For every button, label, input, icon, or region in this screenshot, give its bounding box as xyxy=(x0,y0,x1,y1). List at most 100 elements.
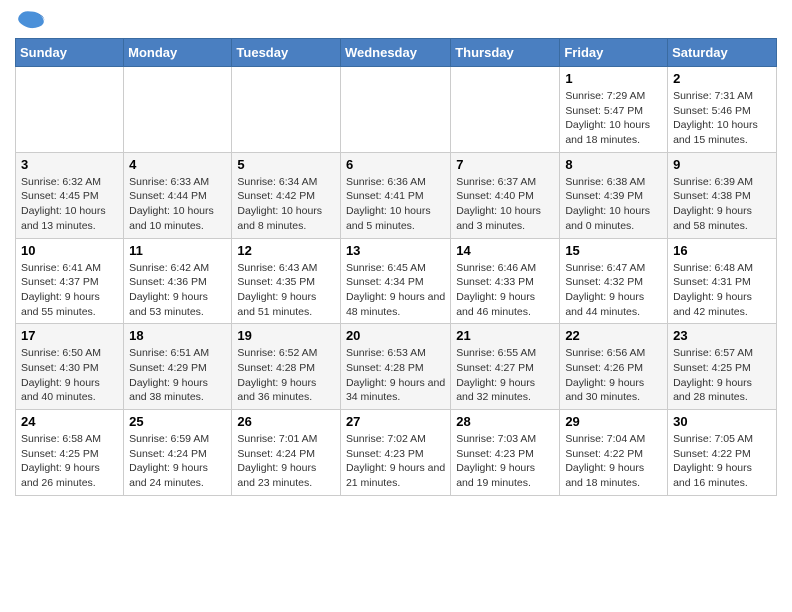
calendar-cell: 19 Sunrise: 6:52 AM Sunset: 4:28 PM Dayli… xyxy=(232,324,341,410)
day-number: 20 xyxy=(346,328,445,343)
day-info: Sunrise: 6:55 AM Sunset: 4:27 PM Dayligh… xyxy=(456,346,554,405)
calendar-cell xyxy=(232,67,341,153)
day-number: 8 xyxy=(565,157,662,172)
day-number: 12 xyxy=(237,243,335,258)
logo xyxy=(15,10,51,30)
calendar-cell: 21 Sunrise: 6:55 AM Sunset: 4:27 PM Dayli… xyxy=(451,324,560,410)
day-number: 25 xyxy=(129,414,226,429)
day-number: 9 xyxy=(673,157,771,172)
day-info: Sunrise: 6:50 AM Sunset: 4:30 PM Dayligh… xyxy=(21,346,118,405)
day-info: Sunrise: 6:52 AM Sunset: 4:28 PM Dayligh… xyxy=(237,346,335,405)
calendar-cell: 30Sunrise: 7:05 AM Sunset: 4:22 PM Dayli… xyxy=(668,410,777,496)
calendar-cell: 2 Sunrise: 7:31 AM Sunset: 5:46 PM Daylig… xyxy=(668,67,777,153)
day-info: Sunrise: 6:51 AM Sunset: 4:29 PM Dayligh… xyxy=(129,346,226,405)
day-info: Sunrise: 6:57 AM Sunset: 4:25 PM Dayligh… xyxy=(673,346,771,405)
calendar-table: SundayMondayTuesdayWednesdayThursdayFrid… xyxy=(15,38,777,496)
calendar-header-row: SundayMondayTuesdayWednesdayThursdayFrid… xyxy=(16,39,777,67)
calendar-cell: 12Sunrise: 6:43 AM Sunset: 4:35 PM Dayli… xyxy=(232,238,341,324)
calendar-cell: 20 Sunrise: 6:53 AM Sunset: 4:28 PM Dayli… xyxy=(340,324,450,410)
day-info: Sunrise: 6:41 AM Sunset: 4:37 PM Dayligh… xyxy=(21,261,118,320)
day-info: Sunrise: 6:33 AM Sunset: 4:44 PM Dayligh… xyxy=(129,175,226,234)
day-info: Sunrise: 6:47 AM Sunset: 4:32 PM Dayligh… xyxy=(565,261,662,320)
day-number: 23 xyxy=(673,328,771,343)
calendar-cell xyxy=(124,67,232,153)
calendar-cell: 18 Sunrise: 6:51 AM Sunset: 4:29 PM Dayli… xyxy=(124,324,232,410)
day-number: 18 xyxy=(129,328,226,343)
day-number: 1 xyxy=(565,71,662,86)
calendar-cell: 26 Sunrise: 7:01 AM Sunset: 4:24 PM Dayli… xyxy=(232,410,341,496)
calendar-week-row: 1 Sunrise: 7:29 AM Sunset: 5:47 PM Daylig… xyxy=(16,67,777,153)
day-number: 16 xyxy=(673,243,771,258)
day-number: 2 xyxy=(673,71,771,86)
calendar-week-row: 24 Sunrise: 6:58 AM Sunset: 4:25 PM Dayli… xyxy=(16,410,777,496)
day-info: Sunrise: 6:36 AM Sunset: 4:41 PM Dayligh… xyxy=(346,175,445,234)
day-info: Sunrise: 6:37 AM Sunset: 4:40 PM Dayligh… xyxy=(456,175,554,234)
calendar-cell: 15Sunrise: 6:47 AM Sunset: 4:32 PM Dayli… xyxy=(560,238,668,324)
calendar-cell: 3 Sunrise: 6:32 AM Sunset: 4:45 PM Daylig… xyxy=(16,152,124,238)
day-number: 11 xyxy=(129,243,226,258)
calendar-cell: 10 Sunrise: 6:41 AM Sunset: 4:37 PM Dayli… xyxy=(16,238,124,324)
calendar-cell: 14Sunrise: 6:46 AM Sunset: 4:33 PM Dayli… xyxy=(451,238,560,324)
day-number: 21 xyxy=(456,328,554,343)
day-number: 13 xyxy=(346,243,445,258)
logo-icon xyxy=(15,10,47,30)
calendar-header-sunday: Sunday xyxy=(16,39,124,67)
calendar-cell: 7 Sunrise: 6:37 AM Sunset: 4:40 PM Daylig… xyxy=(451,152,560,238)
day-info: Sunrise: 6:56 AM Sunset: 4:26 PM Dayligh… xyxy=(565,346,662,405)
day-info: Sunrise: 7:29 AM Sunset: 5:47 PM Dayligh… xyxy=(565,89,662,148)
day-info: Sunrise: 7:31 AM Sunset: 5:46 PM Dayligh… xyxy=(673,89,771,148)
day-number: 28 xyxy=(456,414,554,429)
day-info: Sunrise: 6:46 AM Sunset: 4:33 PM Dayligh… xyxy=(456,261,554,320)
calendar-cell: 24 Sunrise: 6:58 AM Sunset: 4:25 PM Dayli… xyxy=(16,410,124,496)
calendar-cell: 17 Sunrise: 6:50 AM Sunset: 4:30 PM Dayli… xyxy=(16,324,124,410)
day-info: Sunrise: 6:45 AM Sunset: 4:34 PM Dayligh… xyxy=(346,261,445,320)
day-number: 22 xyxy=(565,328,662,343)
calendar-cell xyxy=(451,67,560,153)
day-number: 30 xyxy=(673,414,771,429)
day-info: Sunrise: 7:01 AM Sunset: 4:24 PM Dayligh… xyxy=(237,432,335,491)
calendar-week-row: 17 Sunrise: 6:50 AM Sunset: 4:30 PM Dayli… xyxy=(16,324,777,410)
day-info: Sunrise: 6:58 AM Sunset: 4:25 PM Dayligh… xyxy=(21,432,118,491)
day-info: Sunrise: 6:38 AM Sunset: 4:39 PM Dayligh… xyxy=(565,175,662,234)
calendar-header-thursday: Thursday xyxy=(451,39,560,67)
page-header xyxy=(15,10,777,30)
calendar-cell: 28 Sunrise: 7:03 AM Sunset: 4:23 PM Dayli… xyxy=(451,410,560,496)
day-number: 7 xyxy=(456,157,554,172)
calendar-cell: 9Sunrise: 6:39 AM Sunset: 4:38 PM Daylig… xyxy=(668,152,777,238)
day-info: Sunrise: 7:04 AM Sunset: 4:22 PM Dayligh… xyxy=(565,432,662,491)
day-number: 3 xyxy=(21,157,118,172)
day-number: 29 xyxy=(565,414,662,429)
calendar-cell: 6 Sunrise: 6:36 AM Sunset: 4:41 PM Daylig… xyxy=(340,152,450,238)
calendar-cell: 16 Sunrise: 6:48 AM Sunset: 4:31 PM Dayli… xyxy=(668,238,777,324)
day-info: Sunrise: 6:48 AM Sunset: 4:31 PM Dayligh… xyxy=(673,261,771,320)
day-number: 10 xyxy=(21,243,118,258)
day-info: Sunrise: 6:34 AM Sunset: 4:42 PM Dayligh… xyxy=(237,175,335,234)
day-info: Sunrise: 6:53 AM Sunset: 4:28 PM Dayligh… xyxy=(346,346,445,405)
day-number: 27 xyxy=(346,414,445,429)
calendar-cell: 25Sunrise: 6:59 AM Sunset: 4:24 PM Dayli… xyxy=(124,410,232,496)
day-number: 19 xyxy=(237,328,335,343)
calendar-cell: 13 Sunrise: 6:45 AM Sunset: 4:34 PM Dayli… xyxy=(340,238,450,324)
day-info: Sunrise: 7:03 AM Sunset: 4:23 PM Dayligh… xyxy=(456,432,554,491)
day-info: Sunrise: 6:32 AM Sunset: 4:45 PM Dayligh… xyxy=(21,175,118,234)
calendar-header-tuesday: Tuesday xyxy=(232,39,341,67)
calendar-cell: 1 Sunrise: 7:29 AM Sunset: 5:47 PM Daylig… xyxy=(560,67,668,153)
calendar-cell xyxy=(340,67,450,153)
day-number: 26 xyxy=(237,414,335,429)
calendar-cell: 23 Sunrise: 6:57 AM Sunset: 4:25 PM Dayli… xyxy=(668,324,777,410)
calendar-cell: 4Sunrise: 6:33 AM Sunset: 4:44 PM Daylig… xyxy=(124,152,232,238)
calendar-cell xyxy=(16,67,124,153)
calendar-week-row: 10 Sunrise: 6:41 AM Sunset: 4:37 PM Dayli… xyxy=(16,238,777,324)
day-info: Sunrise: 7:02 AM Sunset: 4:23 PM Dayligh… xyxy=(346,432,445,491)
calendar-cell: 5 Sunrise: 6:34 AM Sunset: 4:42 PM Daylig… xyxy=(232,152,341,238)
day-info: Sunrise: 6:42 AM Sunset: 4:36 PM Dayligh… xyxy=(129,261,226,320)
day-number: 5 xyxy=(237,157,335,172)
calendar-cell: 8 Sunrise: 6:38 AM Sunset: 4:39 PM Daylig… xyxy=(560,152,668,238)
calendar-header-friday: Friday xyxy=(560,39,668,67)
day-number: 24 xyxy=(21,414,118,429)
calendar-week-row: 3 Sunrise: 6:32 AM Sunset: 4:45 PM Daylig… xyxy=(16,152,777,238)
calendar-cell: 22 Sunrise: 6:56 AM Sunset: 4:26 PM Dayli… xyxy=(560,324,668,410)
day-number: 17 xyxy=(21,328,118,343)
calendar-header-saturday: Saturday xyxy=(668,39,777,67)
day-number: 6 xyxy=(346,157,445,172)
